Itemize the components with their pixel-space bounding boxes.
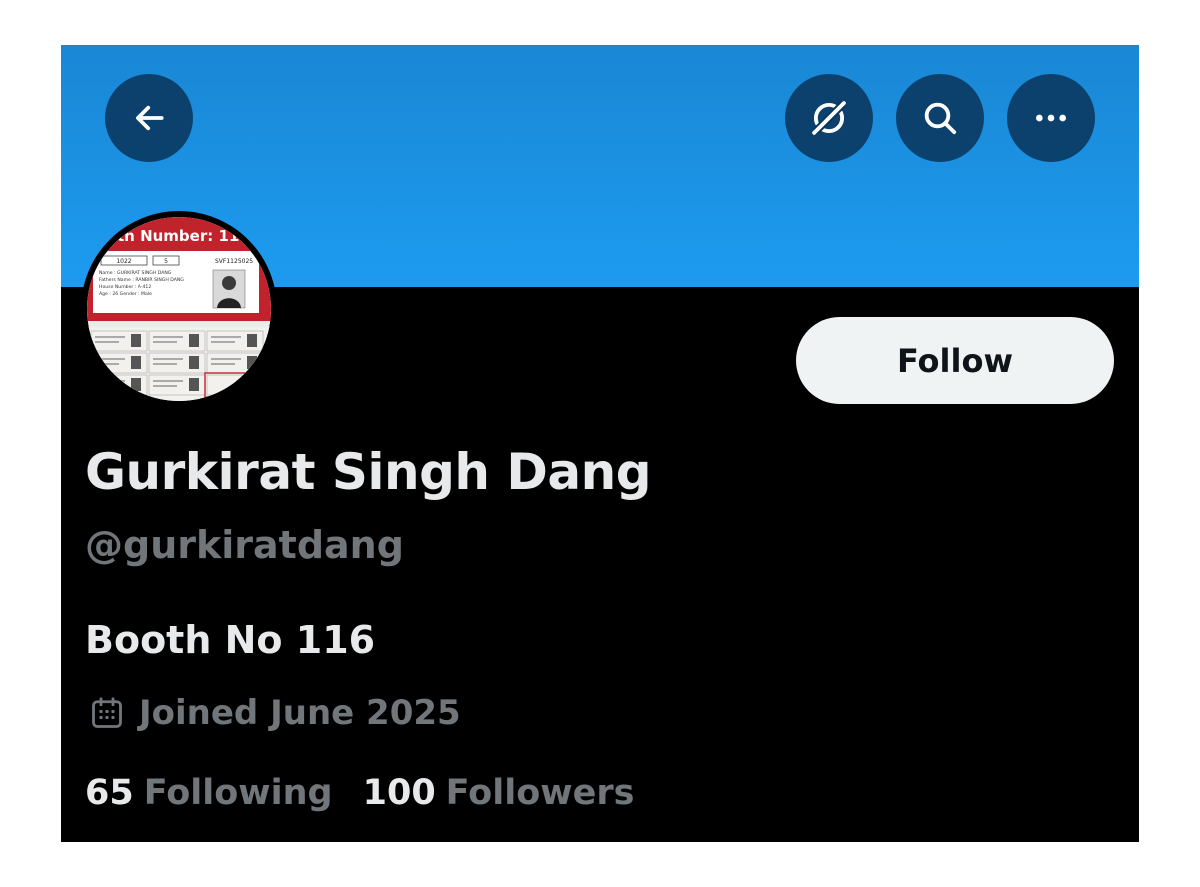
joined-date: Joined June 2025 <box>89 693 461 733</box>
follow-button[interactable]: Follow <box>796 317 1114 404</box>
slip-line-3: House Number : A-412 <box>99 284 151 290</box>
followers-link[interactable]: 100 Followers <box>363 773 635 813</box>
voter-slip-image: th Number: 116 1022 5 SVF1125025 Name : … <box>87 217 271 401</box>
following-link[interactable]: 65 Following <box>85 773 333 813</box>
profile-screen: th Number: 116 1022 5 SVF1125025 Name : … <box>61 45 1139 842</box>
slip-serial: 1022 <box>116 258 131 265</box>
profile-bio: Booth No 116 <box>85 618 376 662</box>
followers-count: 100 <box>362 773 436 813</box>
profile-name: Gurkirat Singh Dang <box>85 443 652 501</box>
avatar-image: th Number: 116 1022 5 SVF1125025 Name : … <box>87 217 271 401</box>
slip-epic: SVF1125025 <box>215 258 253 265</box>
slip-line-1: Name : GURKIRAT SINGH DANG <box>99 270 172 276</box>
slip-title: th Number: 116 <box>117 227 250 245</box>
slip-line-2: Fathers Name : RANBIR SINGH DANG <box>99 277 184 283</box>
profile-stats: 65 Following 100 Followers <box>85 773 634 813</box>
grok-icon <box>812 101 846 135</box>
profile-avatar[interactable]: th Number: 116 1022 5 SVF1125025 Name : … <box>81 211 277 407</box>
search-button[interactable] <box>896 74 984 162</box>
more-horizontal-icon <box>1036 114 1066 122</box>
following-count: 65 <box>85 773 134 813</box>
grok-button[interactable] <box>785 74 873 162</box>
profile-handle: @gurkiratdang <box>85 523 404 567</box>
followers-label: Followers <box>445 773 635 813</box>
arrow-left-icon <box>136 105 164 131</box>
more-button[interactable] <box>1007 74 1095 162</box>
following-label: Following <box>143 773 333 813</box>
slip-line-4: Age : 26 Gender : Male <box>99 291 152 297</box>
search-icon <box>924 102 957 135</box>
joined-text: Joined June 2025 <box>139 693 461 733</box>
back-button[interactable] <box>105 74 193 162</box>
calendar-icon <box>92 697 122 728</box>
slip-part: 5 <box>164 258 168 265</box>
